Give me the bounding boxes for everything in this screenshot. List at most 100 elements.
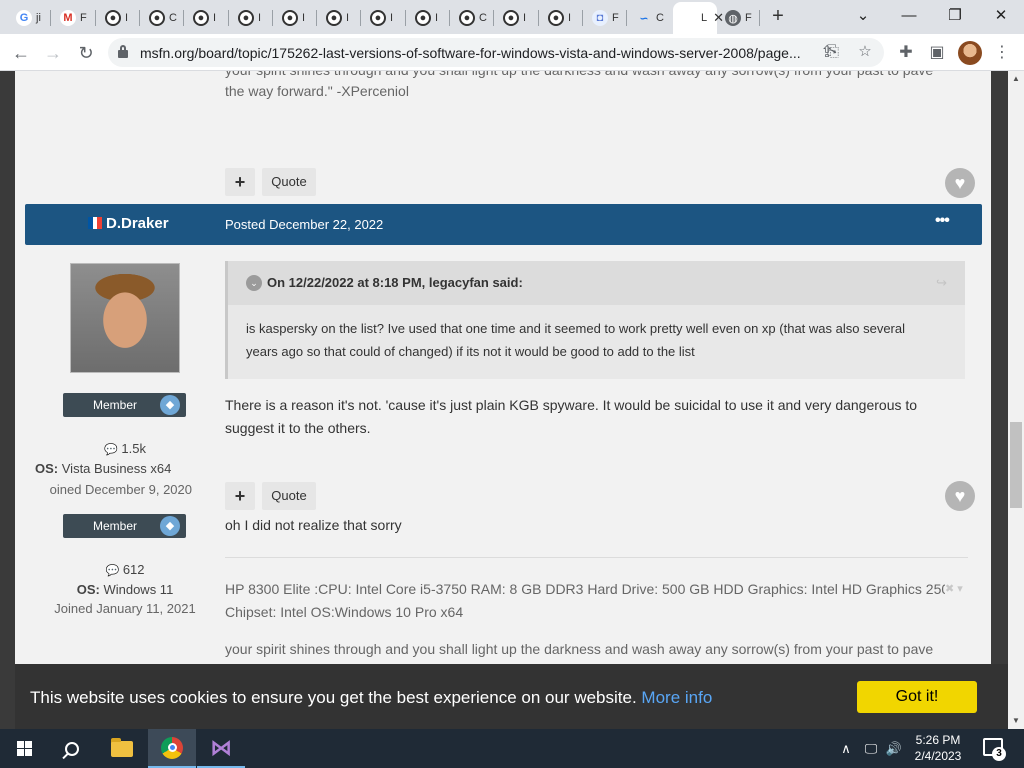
signature-controls-icon[interactable]: ✖ ▾ (945, 582, 963, 595)
extensions-icon[interactable]: ✚ (895, 42, 917, 64)
lock-icon[interactable] (118, 45, 128, 59)
multiquote-button[interactable]: + (225, 482, 255, 510)
more-info-link[interactable]: More info (641, 688, 712, 707)
minimize-button[interactable]: — (886, 4, 932, 28)
tab[interactable]: ● C (141, 4, 185, 32)
network-icon[interactable]: 🖵 (860, 729, 882, 768)
back-button[interactable]: ← (10, 42, 32, 64)
post-options-icon[interactable]: ••• (935, 212, 950, 230)
windows-logo-icon (16, 741, 32, 756)
bookmark-star-icon[interactable]: ☆ (856, 43, 874, 61)
quote-button[interactable]: Quote (262, 482, 316, 510)
tab-separator (228, 10, 229, 26)
like-heart-icon[interactable]: ♥ (945, 168, 975, 198)
tab[interactable]: ● C (451, 4, 495, 32)
comment-icon: 💬 (105, 565, 120, 577)
previous-signature-line: the way forward." -XPerceniol (225, 83, 409, 99)
clock[interactable]: 5:26 PM 2/4/2023 (905, 732, 971, 764)
volume-icon[interactable]: 🔊 (884, 729, 904, 768)
tab[interactable]: ● I (230, 4, 274, 32)
close-window-button[interactable]: ✕ (978, 4, 1024, 28)
profile-avatar[interactable] (958, 41, 982, 65)
tab[interactable]: MF (52, 4, 96, 32)
accept-cookies-button[interactable]: Got it! (857, 681, 977, 713)
tab-separator (449, 10, 450, 26)
tab-active[interactable]: L ✕ (673, 2, 724, 34)
post-author-link[interactable]: D.Draker (106, 215, 169, 232)
signature-line: HP 8300 Elite :CPU: Intel Core i5-3750 R… (225, 581, 945, 597)
go-to-quote-icon[interactable]: ↪ (936, 275, 947, 291)
like-heart-icon[interactable]: ♥ (945, 481, 975, 511)
post-count-value: 1.5k (121, 441, 146, 456)
tab[interactable]: ● I (407, 4, 451, 32)
post-header: D.Draker Posted December 22, 2022 ••• (25, 204, 982, 245)
quote-citation[interactable]: On 12/22/2022 at 8:18 PM, legacyfan said… (267, 275, 523, 290)
post-count[interactable]: 💬 612 (50, 562, 200, 577)
show-hidden-icons-chevron-icon[interactable]: ∧ (836, 729, 856, 768)
tab-separator (493, 10, 494, 26)
visual-studio-taskbar-button[interactable]: ⋈ (197, 729, 245, 768)
web-page: your spirit shines through and you shall… (0, 71, 1008, 664)
new-tab-button[interactable]: + (768, 6, 788, 26)
github-icon: ● (503, 10, 519, 26)
tab-title: I (213, 12, 217, 24)
tab[interactable]: ● I (185, 4, 229, 32)
tab-title: I (568, 12, 572, 24)
author-os: OS: Vista Business x64 (35, 461, 195, 476)
start-button[interactable] (0, 729, 48, 768)
france-flag-icon (88, 217, 103, 229)
scroll-thumb[interactable] (1010, 422, 1022, 508)
restore-button[interactable]: ❐ (932, 4, 978, 28)
cookie-message: This website uses cookies to ensure you … (30, 688, 712, 708)
tab-separator (405, 10, 406, 26)
expand-quote-icon[interactable]: ⌄ (246, 275, 262, 291)
author-avatar[interactable] (70, 263, 180, 373)
joined-date: Joined January 11, 2021 (54, 601, 196, 616)
tab-title: F (80, 12, 87, 24)
msfn-icon (681, 10, 697, 26)
tab[interactable]: ● I (318, 4, 362, 32)
tab[interactable]: ◍ F (717, 4, 761, 32)
tab-title: C (656, 12, 664, 24)
rank-badge: Member ◆ (63, 393, 186, 417)
scroll-up-arrow-icon[interactable]: ▲ (1008, 71, 1024, 87)
tab[interactable]: ● I (495, 4, 539, 32)
tab[interactable]: ◘ F (584, 4, 628, 32)
post-body: There is a reason it's not. 'cause it's … (225, 397, 918, 436)
reload-button[interactable]: ↻ (75, 42, 97, 64)
tab[interactable]: ● I (540, 4, 584, 32)
windows-taskbar: ⋈ ∧ 🖵 🔊 5:26 PM 2/4/2023 3 (0, 729, 1024, 768)
rank-label: Member (92, 519, 137, 533)
quote-button[interactable]: Quote (262, 168, 316, 196)
tab[interactable]: ● I (97, 4, 141, 32)
tab-search-button[interactable]: ⌄ (840, 4, 886, 28)
quote-header[interactable]: ⌄ On 12/22/2022 at 8:18 PM, legacyfan sa… (228, 261, 965, 305)
share-icon[interactable]: ⇪ (816, 42, 838, 64)
side-panel-icon[interactable]: ▣ (926, 42, 948, 64)
tab-separator (272, 10, 273, 26)
page-scrollbar[interactable]: ▲ ▼ (1008, 71, 1024, 729)
tab-title: C (169, 12, 177, 24)
tab[interactable]: ∽ C (628, 4, 672, 32)
post-date[interactable]: Posted December 22, 2022 (225, 217, 383, 232)
github-icon: ● (105, 10, 121, 26)
multiquote-button[interactable]: + (225, 168, 255, 196)
forward-button[interactable]: → (42, 42, 64, 64)
tab-separator (759, 10, 760, 26)
url-text[interactable]: msfn.org/board/topic/175262-last-version… (140, 45, 801, 61)
tab-title: I (435, 12, 439, 24)
chrome-taskbar-button[interactable] (148, 729, 196, 768)
chrome-menu-icon[interactable]: ⋮ (991, 42, 1013, 64)
file-explorer-button[interactable] (98, 729, 146, 768)
cookie-text: This website uses cookies to ensure you … (30, 688, 637, 707)
tab[interactable]: Gji (8, 4, 52, 32)
search-button[interactable] (48, 729, 96, 768)
tab[interactable]: ● I (274, 4, 318, 32)
scroll-down-arrow-icon[interactable]: ▼ (1008, 713, 1024, 729)
notification-count-badge: 3 (992, 747, 1006, 761)
github-icon: ● (415, 10, 431, 26)
post-count[interactable]: 💬 1.5k (50, 441, 200, 456)
address-bar[interactable]: msfn.org/board/topic/175262-last-version… (108, 38, 884, 67)
tab-separator (139, 10, 140, 26)
tab[interactable]: ● I (362, 4, 406, 32)
